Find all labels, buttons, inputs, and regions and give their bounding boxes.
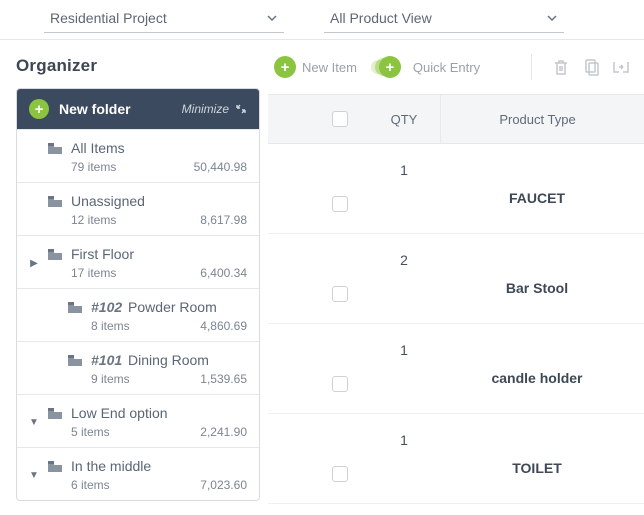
expander-icon[interactable]: ▼ [29, 417, 39, 428]
folder-icon [47, 248, 63, 261]
node-label: In the middle [71, 458, 151, 474]
copy-icon [580, 56, 602, 78]
node-label: Unassigned [71, 193, 145, 209]
node-label: First Floor [71, 246, 134, 262]
table-row[interactable]: 1candle holder [268, 324, 644, 414]
node-amount: 50,440.98 [194, 160, 247, 174]
node-count: 6 items [71, 478, 110, 492]
node-count: 79 items [71, 160, 116, 174]
node-label: Low End option [71, 405, 168, 421]
folder-icon [47, 460, 63, 473]
export-button[interactable] [610, 56, 632, 78]
plus-icon: + [274, 56, 296, 78]
node-amount: 1,539.65 [200, 372, 247, 386]
grid-header: QTY Product Type [268, 94, 644, 144]
table-row[interactable]: 2Bar Stool [268, 234, 644, 324]
trash-icon [550, 56, 572, 78]
node-count: 8 items [91, 319, 130, 333]
node-amount: 8,617.98 [200, 213, 247, 227]
node-amount: 7,023.60 [200, 478, 247, 492]
folder-icon [47, 195, 63, 208]
cell-product-type: FAUCET [440, 144, 634, 233]
tree-node-all[interactable]: All Items 79 items 50,440.98 [17, 129, 259, 182]
copy-button[interactable] [580, 56, 602, 78]
export-icon [610, 56, 632, 78]
room-code: #102 [91, 299, 122, 315]
node-label: #102 Powder Room [91, 299, 217, 315]
tree-node-low[interactable]: ▼ Low End option 5 items 2,241.90 [17, 394, 259, 447]
tree-node-unassigned[interactable]: Unassigned 12 items 8,617.98 [17, 182, 259, 235]
minimize-button[interactable]: Minimize [182, 102, 247, 116]
new-folder-button[interactable]: New folder [59, 101, 131, 117]
plus-icon[interactable]: + [29, 99, 49, 119]
cell-product-type: TOILET [440, 414, 634, 503]
tree-node-first[interactable]: ▶ First Floor 17 items 6,400.34 [17, 235, 259, 288]
quick-entry-button[interactable]: + Quick Entry [379, 56, 480, 78]
plus-multi-icon: + [379, 56, 401, 78]
row-checkbox[interactable] [332, 196, 348, 212]
node-amount: 4,860.69 [200, 319, 247, 333]
delete-button[interactable] [550, 56, 572, 78]
table-row[interactable]: 1FAUCET [268, 144, 644, 234]
folder-icon [47, 407, 63, 420]
table-row[interactable]: 1TOILET [268, 414, 644, 504]
node-amount: 2,241.90 [200, 425, 247, 439]
view-select[interactable]: All Product View [324, 6, 564, 33]
node-count: 5 items [71, 425, 110, 439]
row-checkbox[interactable] [332, 286, 348, 302]
folder-icon [67, 354, 83, 367]
header-product-type[interactable]: Product Type [440, 95, 634, 143]
node-amount: 6,400.34 [200, 266, 247, 280]
node-count: 9 items [91, 372, 130, 386]
expander-icon[interactable]: ▶ [29, 258, 39, 269]
select-all-checkbox[interactable] [332, 111, 348, 127]
node-label: #101 Dining Room [91, 352, 209, 368]
expander-icon[interactable]: ▼ [29, 470, 39, 481]
new-item-button[interactable]: + New Item [274, 56, 357, 78]
cell-qty: 1 [368, 144, 440, 178]
room-code: #101 [91, 352, 122, 368]
tree-header: + New folder Minimize [17, 89, 259, 129]
cell-product-type: candle holder [440, 324, 634, 413]
collapse-icon [235, 103, 247, 115]
toolbar: + New Item + Quick Entry [268, 40, 644, 94]
chevron-down-icon [266, 12, 278, 24]
cell-qty: 1 [368, 414, 440, 448]
divider [531, 54, 532, 80]
header-qty[interactable]: QTY [368, 112, 440, 127]
cell-qty: 2 [368, 234, 440, 268]
row-checkbox[interactable] [332, 376, 348, 392]
folder-icon [67, 301, 83, 314]
organizer-title: Organizer [16, 56, 260, 76]
folder-icon [47, 142, 63, 155]
folder-tree: + New folder Minimize All Items 79 items 5… [16, 88, 260, 501]
project-select[interactable]: Residential Project [44, 6, 284, 33]
tree-node-powder[interactable]: #102 Powder Room 8 items 4,860.69 [17, 288, 259, 341]
project-select-value: Residential Project [50, 10, 167, 26]
tree-node-middle[interactable]: ▼ In the middle 6 items 7,023.60 [17, 447, 259, 500]
node-label: All Items [71, 140, 125, 156]
node-count: 12 items [71, 213, 116, 227]
cell-product-type: Bar Stool [440, 234, 634, 323]
node-count: 17 items [71, 266, 116, 280]
chevron-down-icon [546, 12, 558, 24]
tree-node-dining[interactable]: #101 Dining Room 9 items 1,539.65 [17, 341, 259, 394]
cell-qty: 1 [368, 324, 440, 358]
row-checkbox[interactable] [332, 466, 348, 482]
view-select-value: All Product View [330, 10, 432, 26]
